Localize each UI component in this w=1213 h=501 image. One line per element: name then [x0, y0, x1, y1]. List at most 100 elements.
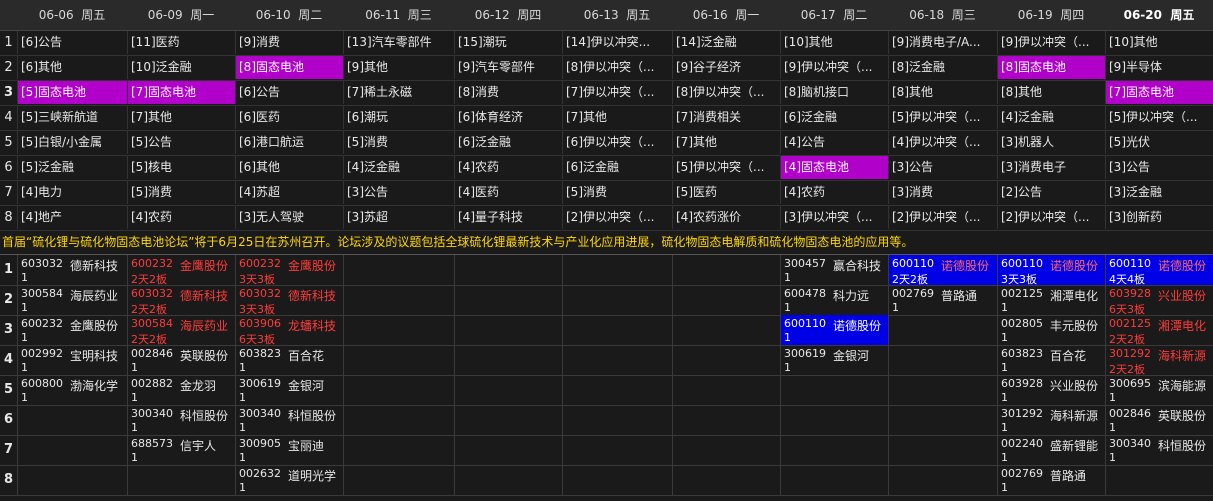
stock-cell[interactable]: 300695 滨海能源 1 [1105, 375, 1213, 405]
stock-cell[interactable]: 002769 普路通 1 [997, 465, 1105, 495]
stock-cell[interactable]: 603928 兴业股份 6天3板 [1105, 285, 1213, 315]
sector-cell[interactable]: [7]稀土永磁 [343, 81, 454, 104]
sector-cell[interactable]: [6]体育经济 [454, 106, 562, 129]
sector-cell[interactable]: [6]伊以冲突（... [562, 131, 672, 154]
sector-cell[interactable]: [5]伊以冲突（... [672, 156, 780, 179]
stock-cell[interactable]: 300340 科恒股份 1 [127, 405, 235, 435]
sector-cell[interactable]: [3]泛金融 [1105, 181, 1213, 204]
sector-cell[interactable]: [5]白银/小金属 [17, 131, 127, 154]
stock-cell[interactable]: 600800 渤海化学 1 [17, 375, 127, 405]
sector-cell[interactable]: [5]医药 [672, 181, 780, 204]
sector-cell[interactable]: [8]固态电池 [235, 56, 343, 79]
sector-cell[interactable]: [10]其他 [780, 31, 888, 54]
sector-cell[interactable]: [4]公告 [780, 131, 888, 154]
stock-cell[interactable]: 002125 湘潭电化 2天2板 [1105, 315, 1213, 345]
sector-cell[interactable]: [9]汽车零部件 [454, 56, 562, 79]
sector-cell[interactable]: [9]谷子经济 [672, 56, 780, 79]
sector-cell[interactable]: [9]消费 [235, 31, 343, 54]
stock-cell[interactable]: 300619 金银河 1 [780, 345, 888, 375]
stock-cell[interactable]: 300340 科恒股份 1 [1105, 435, 1213, 465]
date-header-06-16[interactable]: 06-16 周一 [672, 0, 780, 30]
sector-cell[interactable]: [8]消费 [454, 81, 562, 104]
date-header-06-12[interactable]: 06-12 周四 [454, 0, 562, 30]
date-header-06-06[interactable]: 06-06 周五 [17, 0, 127, 30]
sector-cell[interactable]: [10]其他 [1105, 31, 1213, 54]
date-header-06-17[interactable]: 06-17 周二 [780, 0, 888, 30]
stock-cell[interactable]: 002882 金龙羽 1 [127, 375, 235, 405]
sector-cell[interactable]: [2]伊以冲突（... [997, 206, 1105, 229]
sector-cell[interactable]: [5]消费 [127, 181, 235, 204]
stock-cell[interactable]: 301292 海科新源 2天2板 [1105, 345, 1213, 375]
sector-cell[interactable]: [4]泛金融 [343, 156, 454, 179]
sector-cell[interactable]: [6]泛金融 [780, 106, 888, 129]
date-header-06-18[interactable]: 06-18 周三 [888, 0, 997, 30]
stock-cell[interactable]: 603032 德新科技 2天2板 [127, 285, 235, 315]
stock-cell[interactable]: 300905 宝丽迪 1 [235, 435, 343, 465]
sector-cell[interactable]: [4]农药 [780, 181, 888, 204]
sector-cell[interactable]: [14]泛金融 [672, 31, 780, 54]
sector-cell[interactable]: [7]其他 [562, 106, 672, 129]
stock-cell[interactable]: 603032 德新科技 3天3板 [235, 285, 343, 315]
stock-cell[interactable]: 603823 百合花 1 [997, 345, 1105, 375]
stock-cell[interactable]: 603906 龙蟠科技 6天3板 [235, 315, 343, 345]
sector-cell[interactable]: [2]公告 [997, 181, 1105, 204]
sector-cell[interactable]: [2]伊以冲突（... [888, 206, 997, 229]
sector-cell[interactable]: [6]港口航运 [235, 131, 343, 154]
sector-cell[interactable]: [6]其他 [17, 56, 127, 79]
sector-cell[interactable]: [14]伊以冲突... [562, 31, 672, 54]
sector-cell[interactable]: [5]核电 [127, 156, 235, 179]
sector-cell[interactable]: [7]其他 [127, 106, 235, 129]
stock-cell[interactable]: 300584 海辰药业 2天2板 [127, 315, 235, 345]
stock-cell[interactable]: 002992 宝明科技 1 [17, 345, 127, 375]
sector-cell[interactable]: [4]苏超 [235, 181, 343, 204]
sector-cell[interactable]: [6]泛金融 [562, 156, 672, 179]
stock-cell[interactable]: 603928 兴业股份 1 [997, 375, 1105, 405]
sector-cell[interactable]: [7]固态电池 [1105, 81, 1213, 104]
stock-cell[interactable]: 600110 诺德股份 1 [780, 315, 888, 345]
stock-cell[interactable]: 600232 金鹰股份 1 [17, 315, 127, 345]
sector-cell[interactable]: [3]公告 [343, 181, 454, 204]
sector-cell[interactable]: [9]消费电子/A... [888, 31, 997, 54]
sector-cell[interactable]: [5]固态电池 [17, 81, 127, 104]
stock-cell[interactable]: 600110 诺德股份 3天3板 [997, 255, 1105, 285]
sector-cell[interactable]: [6]泛金融 [454, 131, 562, 154]
stock-cell[interactable]: 300619 金银河 1 [235, 375, 343, 405]
sector-cell[interactable]: [5]消费 [343, 131, 454, 154]
sector-cell[interactable]: [6]医药 [235, 106, 343, 129]
sector-cell[interactable]: [4]农药涨价 [672, 206, 780, 229]
sector-cell[interactable]: [4]医药 [454, 181, 562, 204]
sector-cell[interactable]: [7]消费相关 [672, 106, 780, 129]
sector-cell[interactable]: [15]潮玩 [454, 31, 562, 54]
sector-cell[interactable]: [6]潮玩 [343, 106, 454, 129]
date-header-06-09[interactable]: 06-09 周一 [127, 0, 235, 30]
sector-cell[interactable]: [8]泛金融 [888, 56, 997, 79]
date-header-06-11[interactable]: 06-11 周三 [343, 0, 454, 30]
stock-cell[interactable]: 600110 诺德股份 2天2板 [888, 255, 997, 285]
sector-cell[interactable]: [4]农药 [454, 156, 562, 179]
sector-cell[interactable]: [5]三峡新航道 [17, 106, 127, 129]
stock-cell[interactable]: 301292 海科新源 1 [997, 405, 1105, 435]
stock-cell[interactable]: 688573 信宇人 1 [127, 435, 235, 465]
sector-cell[interactable]: [6]公告 [235, 81, 343, 104]
sector-cell[interactable]: [3]机器人 [997, 131, 1105, 154]
sector-cell[interactable]: [3]消费电子 [997, 156, 1105, 179]
stock-cell[interactable]: 300584 海辰药业 1 [17, 285, 127, 315]
sector-cell[interactable]: [6]公告 [17, 31, 127, 54]
sector-cell[interactable]: [5]伊以冲突（... [888, 106, 997, 129]
stock-cell[interactable]: 002632 道明光学 1 [235, 465, 343, 495]
sector-cell[interactable]: [8]脑机接口 [780, 81, 888, 104]
sector-cell[interactable]: [9]伊以冲突（... [780, 56, 888, 79]
sector-cell[interactable]: [3]苏超 [343, 206, 454, 229]
sector-cell[interactable]: [5]消费 [562, 181, 672, 204]
sector-cell[interactable]: [7]伊以冲突（... [562, 81, 672, 104]
sector-cell[interactable]: [8]其他 [888, 81, 997, 104]
sector-cell[interactable]: [5]公告 [127, 131, 235, 154]
stock-cell[interactable]: 600232 金鹰股份 2天2板 [127, 255, 235, 285]
sector-cell[interactable]: [4]伊以冲突（... [888, 131, 997, 154]
sector-cell[interactable]: [8]固态电池 [997, 56, 1105, 79]
date-header-06-19[interactable]: 06-19 周四 [997, 0, 1105, 30]
news-ticker[interactable]: 首届“硫化锂与硫化物固态电池论坛”将于6月25日在苏州召开。论坛涉及的议题包括全… [0, 230, 1213, 254]
sector-cell[interactable]: [2]伊以冲突（... [562, 206, 672, 229]
sector-cell[interactable]: [9]半导体 [1105, 56, 1213, 79]
sector-cell[interactable]: [4]泛金融 [997, 106, 1105, 129]
